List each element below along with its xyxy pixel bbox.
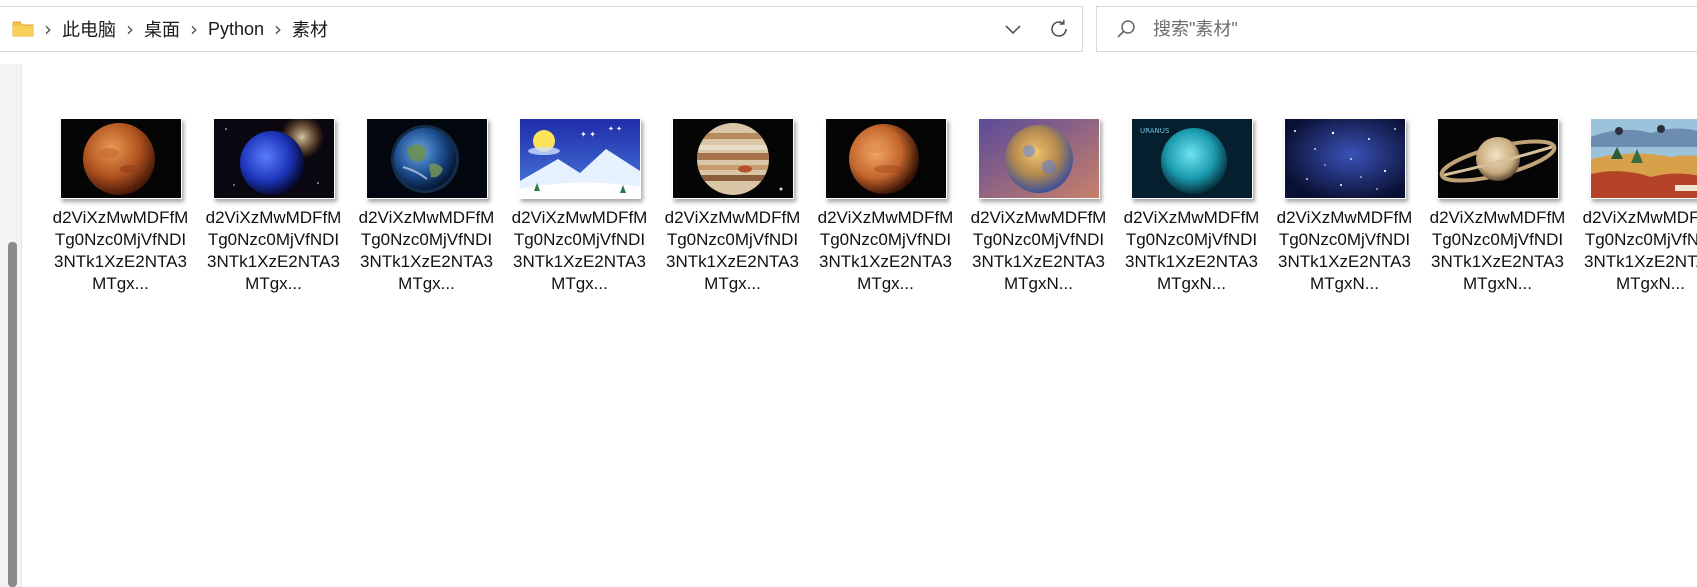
chevron-right-icon[interactable]: › <box>274 19 282 39</box>
file-thumbnail-mercury <box>977 118 1100 199</box>
file-item[interactable]: d2ViXzMwMDFfMTg0Nzc0MjVfNDI3NTk1XzE2NTA3… <box>358 118 495 295</box>
file-thumbnail-painting <box>1589 118 1697 199</box>
address-bar[interactable]: › 此电脑 › 桌面 › Python › 素材 <box>0 6 1083 52</box>
vertical-scrollbar[interactable] <box>0 64 22 587</box>
refresh-icon <box>1051 19 1067 37</box>
file-name: d2ViXzMwMDFfMTg0Nzc0MjVfNDI3NTk1XzE2NTA3… <box>52 208 189 293</box>
file-name: d2ViXzMwMDFfMTg0Nzc0MjVfNDI3NTk1XzE2NTA3… <box>358 208 495 293</box>
file-name: d2ViXzMwMDFfMTg0Nzc0MjVfNDI3NTk1XzE2NTA3… <box>1582 208 1697 293</box>
chevron-right-icon[interactable]: › <box>44 19 52 39</box>
file-item[interactable]: d2ViXzMwMDFfMTg0Nzc0MjVfNDI3NTk1XzE2NTA3… <box>52 118 189 295</box>
breadcrumb-python[interactable]: Python <box>208 19 264 40</box>
file-thumbnail-uranus: URANUS <box>1130 118 1253 199</box>
svg-text:✦ ✦: ✦ ✦ <box>608 125 622 133</box>
search-box[interactable] <box>1096 6 1697 52</box>
file-thumbnail-winter-night: ✦ ✦ ✦ ✦ <box>518 118 641 199</box>
file-item[interactable]: d2ViXzMwMDFfMTg0Nzc0MjVfNDI3NTk1XzE2NTA3… <box>970 118 1107 295</box>
refresh-button[interactable] <box>1036 7 1082 51</box>
history-dropdown-button[interactable] <box>990 7 1036 51</box>
folder-icon <box>12 20 34 38</box>
file-name: d2ViXzMwMDFfMTg0Nzc0MjVfNDI3NTk1XzE2NTA3… <box>1276 208 1413 293</box>
file-thumbnail-mars <box>59 118 182 199</box>
scrollbar-thumb[interactable] <box>8 242 17 587</box>
file-thumbnail-saturn <box>1436 118 1559 199</box>
file-thumbnail-earth <box>365 118 488 199</box>
file-name: d2ViXzMwMDFfMTg0Nzc0MjVfNDI3NTk1XzE2NTA3… <box>817 208 954 293</box>
file-name: d2ViXzMwMDFfMTg0Nzc0MjVfNDI3NTk1XzE2NTA3… <box>205 208 342 293</box>
file-item[interactable]: URANUS d2ViXzMwMDFfMTg0Nzc0MjVfNDI3NTk1X… <box>1123 118 1260 295</box>
toolbar: › 此电脑 › 桌面 › Python › 素材 <box>0 0 1697 64</box>
file-name: d2ViXzMwMDFfMTg0Nzc0MjVfNDI3NTk1XzE2NTA3… <box>1123 208 1260 293</box>
breadcrumb-desktop[interactable]: 桌面 <box>144 16 180 42</box>
breadcrumb-current-folder[interactable]: 素材 <box>292 16 328 42</box>
file-item[interactable]: d2ViXzMwMDFfMTg0Nzc0MjVfNDI3NTk1XzE2NTA3… <box>1276 118 1413 295</box>
file-item[interactable]: d2ViXzMwMDFfMTg0Nzc0MjVfNDI3NTk1XzE2NTA3… <box>205 118 342 295</box>
svg-text:✦ ✦: ✦ ✦ <box>580 130 596 139</box>
file-grid: d2ViXzMwMDFfMTg0Nzc0MjVfNDI3NTk1XzE2NTA3… <box>52 118 1697 295</box>
file-name: d2ViXzMwMDFfMTg0Nzc0MjVfNDI3NTk1XzE2NTA3… <box>511 208 648 293</box>
file-item[interactable]: d2ViXzMwMDFfMTg0Nzc0MjVfNDI3NTk1XzE2NTA3… <box>1582 118 1697 295</box>
file-thumbnail-neptune <box>212 118 335 199</box>
file-name: d2ViXzMwMDFfMTg0Nzc0MjVfNDI3NTk1XzE2NTA3… <box>970 208 1107 293</box>
chevron-right-icon[interactable]: › <box>126 19 134 39</box>
file-name: d2ViXzMwMDFfMTg0Nzc0MjVfNDI3NTk1XzE2NTA3… <box>664 208 801 293</box>
file-item[interactable]: ✦ ✦ ✦ ✦ d2ViXzMwMDFfMTg0Nzc0MjVfNDI3NTk1… <box>511 118 648 295</box>
search-input[interactable] <box>1151 17 1555 41</box>
breadcrumb-this-pc[interactable]: 此电脑 <box>62 16 116 42</box>
chevron-down-icon <box>1005 25 1021 35</box>
file-item[interactable]: d2ViXzMwMDFfMTg0Nzc0MjVfNDI3NTk1XzE2NTA3… <box>817 118 954 295</box>
file-thumbnail-jupiter <box>671 118 794 199</box>
file-item[interactable]: d2ViXzMwMDFfMTg0Nzc0MjVfNDI3NTk1XzE2NTA3… <box>664 118 801 295</box>
file-thumbnail-venus <box>824 118 947 199</box>
thumbnail-caption: URANUS <box>1140 127 1170 135</box>
file-item[interactable]: d2ViXzMwMDFfMTg0Nzc0MjVfNDI3NTk1XzE2NTA3… <box>1429 118 1566 295</box>
chevron-right-icon[interactable]: › <box>190 19 198 39</box>
file-thumbnail-starfield <box>1283 118 1406 199</box>
search-icon <box>1115 18 1137 40</box>
file-name: d2ViXzMwMDFfMTg0Nzc0MjVfNDI3NTk1XzE2NTA3… <box>1429 208 1566 293</box>
